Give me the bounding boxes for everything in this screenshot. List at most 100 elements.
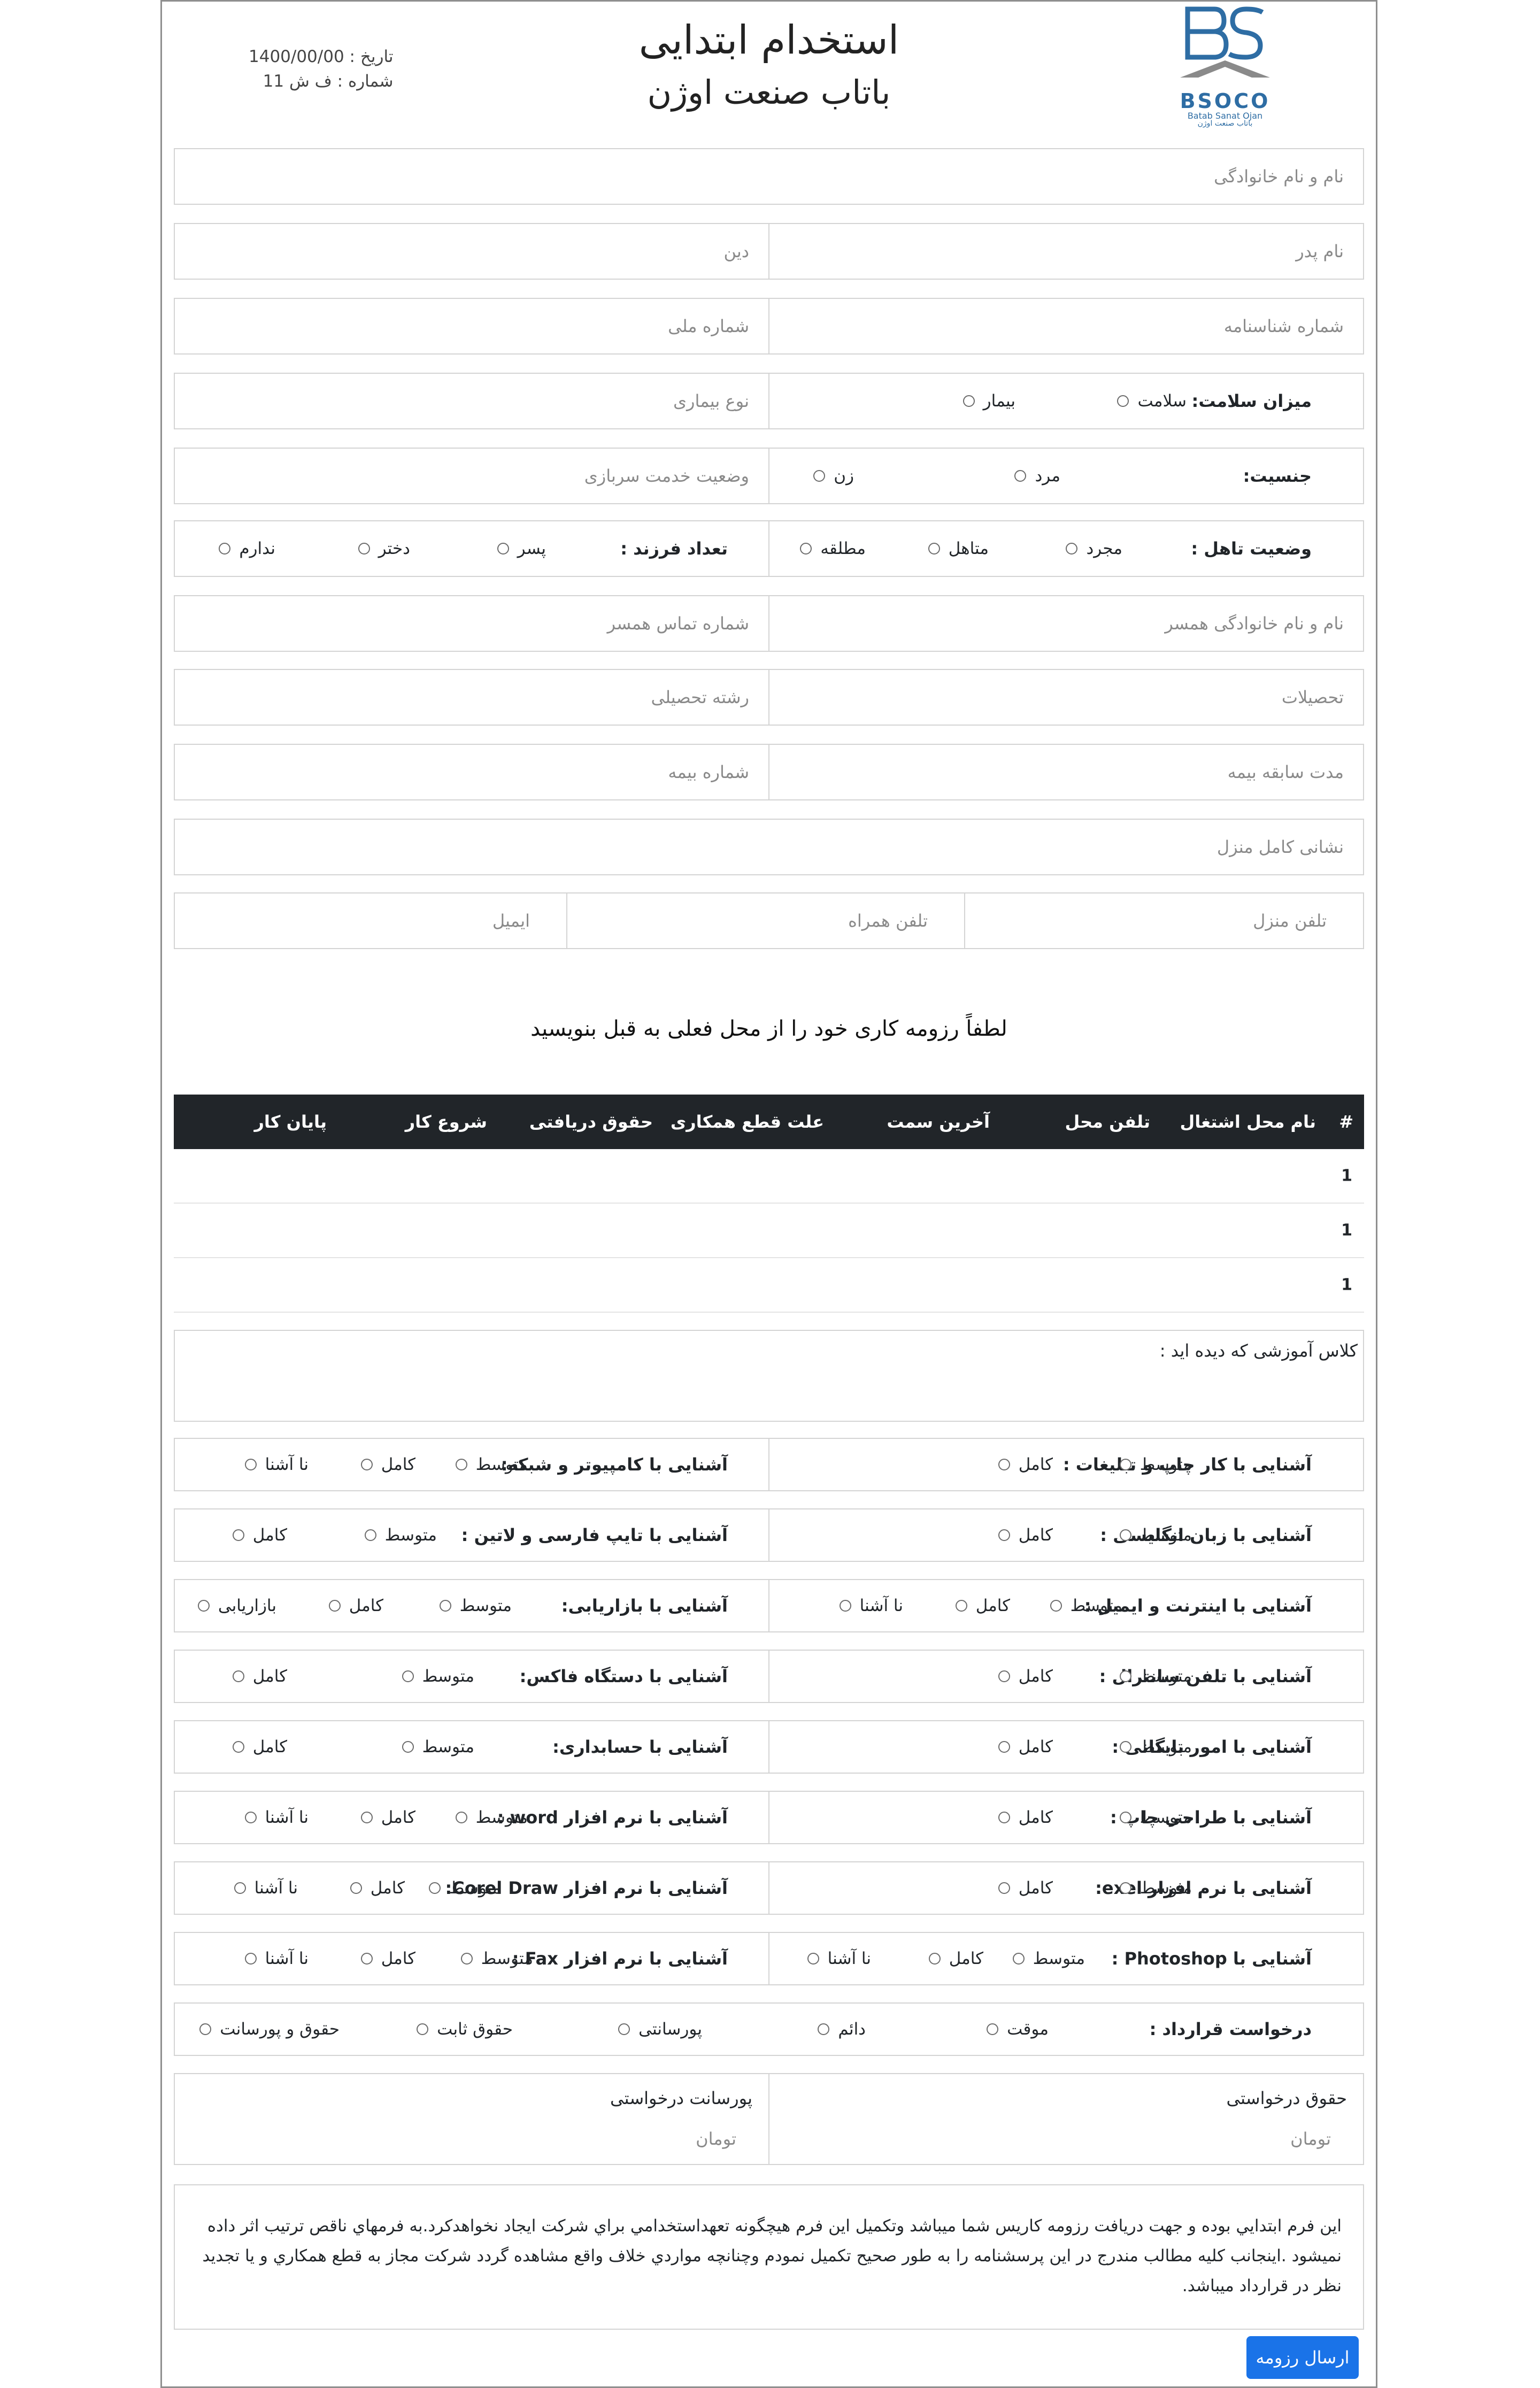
skill-option[interactable]: متوسط xyxy=(428,1878,501,1898)
skill-option[interactable]: متوسط xyxy=(1119,1808,1192,1827)
skill-row: آشنایی با امور بایگانی : متوسط کامل آشنایی … xyxy=(174,1720,1364,1774)
marital-option-divorced[interactable]: مطلقه xyxy=(800,539,866,558)
insurance-years-field[interactable]: مدت سابقه بیمه xyxy=(769,745,1363,799)
skill-option[interactable]: متوسط xyxy=(1119,1737,1192,1757)
id-row: شماره شناسنامه شماره ملی xyxy=(174,298,1364,355)
skill-option[interactable]: متوسط xyxy=(460,1949,533,1968)
address-field[interactable]: نشانی کامل منزل xyxy=(175,820,1363,874)
father-name-field[interactable]: نام پدر xyxy=(769,224,1363,279)
spouse-phone-field[interactable]: شماره تماس همسر xyxy=(175,596,769,651)
skill-option[interactable]: متوسط xyxy=(402,1737,474,1757)
skill-option[interactable]: کامل xyxy=(998,1808,1053,1827)
radio-icon xyxy=(955,1600,967,1612)
skill-option[interactable]: متوسط xyxy=(1119,1455,1192,1474)
health-label: میزان سلامت: xyxy=(1191,391,1312,411)
skill-option[interactable]: متوسط xyxy=(1119,1526,1192,1545)
children-option-daughter[interactable]: دختر xyxy=(358,539,410,558)
marital-option-married[interactable]: متاهل xyxy=(928,539,989,558)
skill-option[interactable]: متوسط xyxy=(455,1808,528,1827)
skill-option[interactable]: متوسط xyxy=(439,1596,512,1615)
skill-option[interactable]: متوسط xyxy=(1012,1949,1085,1968)
spouse-name-field[interactable]: نام و نام خانوادگی همسر xyxy=(769,596,1363,651)
disease-type-field[interactable]: نوع بیماری xyxy=(175,374,769,428)
religion-field[interactable]: دین xyxy=(175,224,769,279)
skill-label: آشنایی با تایپ فارسی و لاتین : xyxy=(461,1525,728,1545)
skill-option[interactable]: نا آشنا xyxy=(244,1455,309,1474)
national-id-field[interactable]: شماره ملی xyxy=(175,299,769,353)
marital-label: وضعیت تاهل : xyxy=(1191,538,1312,559)
salary-field[interactable]: حقوق درخواستی تومان xyxy=(769,2074,1363,2164)
health-option-sick[interactable]: بیمار xyxy=(962,391,1015,411)
skill-option[interactable]: کامل xyxy=(350,1878,405,1898)
col-last-position: آخرین سمت xyxy=(887,1112,990,1132)
skill-radio-group: آشنایی با تایپ فارسی و لاتین : متوسط کامل xyxy=(175,1509,769,1561)
radio-icon xyxy=(987,2023,999,2035)
contract-option-fixed-salary[interactable]: حقوق ثابت xyxy=(417,2020,513,2039)
skill-option[interactable]: کامل xyxy=(232,1737,287,1757)
skill-option[interactable]: کامل xyxy=(998,1737,1053,1757)
health-option-healthy[interactable]: سلامت xyxy=(1117,391,1187,411)
skill-option[interactable]: متوسط xyxy=(1050,1596,1122,1615)
field-of-study-field[interactable]: رشته تحصیلی xyxy=(175,670,769,725)
radio-icon xyxy=(497,543,509,554)
table-row[interactable]: 1 xyxy=(174,1149,1364,1204)
skill-option[interactable]: کامل xyxy=(998,1878,1053,1898)
skill-option[interactable]: کامل xyxy=(998,1667,1053,1686)
classes-field[interactable]: کلاس آموزشی که دیده اید : xyxy=(174,1330,1364,1422)
skill-option[interactable]: متوسط xyxy=(1119,1878,1192,1898)
gender-option-male[interactable]: مرد xyxy=(1014,466,1060,486)
doc-number: شماره : ف ش 11 xyxy=(263,72,394,91)
table-row[interactable]: 1 xyxy=(174,1258,1364,1313)
skill-option[interactable]: کامل xyxy=(955,1596,1010,1615)
skill-option[interactable]: کامل xyxy=(232,1526,287,1545)
skill-option[interactable]: کامل xyxy=(360,1949,415,1968)
marital-option-single[interactable]: مجرد xyxy=(1066,539,1122,558)
skill-option[interactable]: متوسط xyxy=(402,1667,474,1686)
skill-option[interactable]: کامل xyxy=(998,1526,1053,1545)
commission-field[interactable]: پورسانت درخواستی تومان xyxy=(175,2074,769,2164)
skill-option[interactable]: نا آشنا xyxy=(244,1949,309,1968)
skill-row: آشنایی با Photoshop : متوسط کامل نا آشنا آشن… xyxy=(174,1932,1364,1985)
skill-option[interactable]: نا آشنا xyxy=(234,1878,298,1898)
skill-option[interactable]: کامل xyxy=(360,1808,415,1827)
skill-radio-group: آشنایی با کامپیوتر و شبکه: متوسط کامل نا آش… xyxy=(175,1439,769,1490)
insurance-number-field[interactable]: شماره بیمه xyxy=(175,745,769,799)
skill-option[interactable]: کامل xyxy=(328,1596,383,1615)
children-label: تعداد فرزند : xyxy=(620,538,728,559)
skill-option[interactable]: نا آشنا xyxy=(807,1949,871,1968)
skill-option[interactable]: نا آشنا xyxy=(244,1808,309,1827)
skill-option[interactable]: کامل xyxy=(998,1455,1053,1474)
children-option-son[interactable]: پسر xyxy=(497,539,546,558)
email-field[interactable]: ایمیل xyxy=(175,893,567,948)
radio-icon xyxy=(1050,1600,1062,1612)
skill-option[interactable]: نا آشنا xyxy=(839,1596,903,1615)
skill-option[interactable]: کامل xyxy=(232,1667,287,1686)
gender-option-female[interactable]: زن xyxy=(813,466,854,486)
skill-option[interactable]: کامل xyxy=(360,1455,415,1474)
contract-option-temporary[interactable]: موقت xyxy=(987,2020,1049,2039)
marital-radio-group: وضعیت تاهل : مجرد متاهل مطلقه xyxy=(769,521,1363,576)
skill-option[interactable]: بازاریابی xyxy=(197,1596,276,1615)
contract-option-permanent[interactable]: دائم xyxy=(818,2020,866,2039)
skill-option[interactable]: متوسط xyxy=(455,1455,528,1474)
skill-option[interactable]: متوسط xyxy=(1119,1667,1192,1686)
submit-button[interactable]: ارسال رزومه xyxy=(1246,2336,1359,2379)
education-field[interactable]: تحصیلات xyxy=(769,670,1363,725)
military-field[interactable]: وضعیت خدمت سربازی xyxy=(175,449,769,503)
marital-children-row: وضعیت تاهل : مجرد متاهل مطلقه تعداد فرزن… xyxy=(174,520,1364,577)
home-phone-field[interactable]: تلفن منزل xyxy=(965,893,1363,948)
contract-radio-group: درخواست قرارداد : موقت دائم پورسانتی حقو… xyxy=(175,2004,1363,2055)
mobile-field[interactable]: تلفن همراه xyxy=(567,893,965,948)
radio-icon xyxy=(360,1812,373,1823)
contract-option-commission[interactable]: پورسانتی xyxy=(618,2020,702,2039)
skill-option[interactable]: متوسط xyxy=(364,1526,437,1545)
skill-option[interactable]: کامل xyxy=(928,1949,983,1968)
id-number-field[interactable]: شماره شناسنامه xyxy=(769,299,1363,353)
radio-icon xyxy=(618,2023,630,2035)
table-row[interactable]: 1 xyxy=(174,1204,1364,1258)
children-option-none[interactable]: ندارم xyxy=(219,539,275,558)
contract-option-salary-commission[interactable]: حقوق و پورسانت xyxy=(199,2020,340,2039)
radio-icon xyxy=(232,1670,244,1682)
full-name-field[interactable]: نام و نام خانوادگی xyxy=(175,149,1363,204)
skill-row: آشنایی با زبان انگلیسی : متوسط کامل آشنایی … xyxy=(174,1508,1364,1562)
